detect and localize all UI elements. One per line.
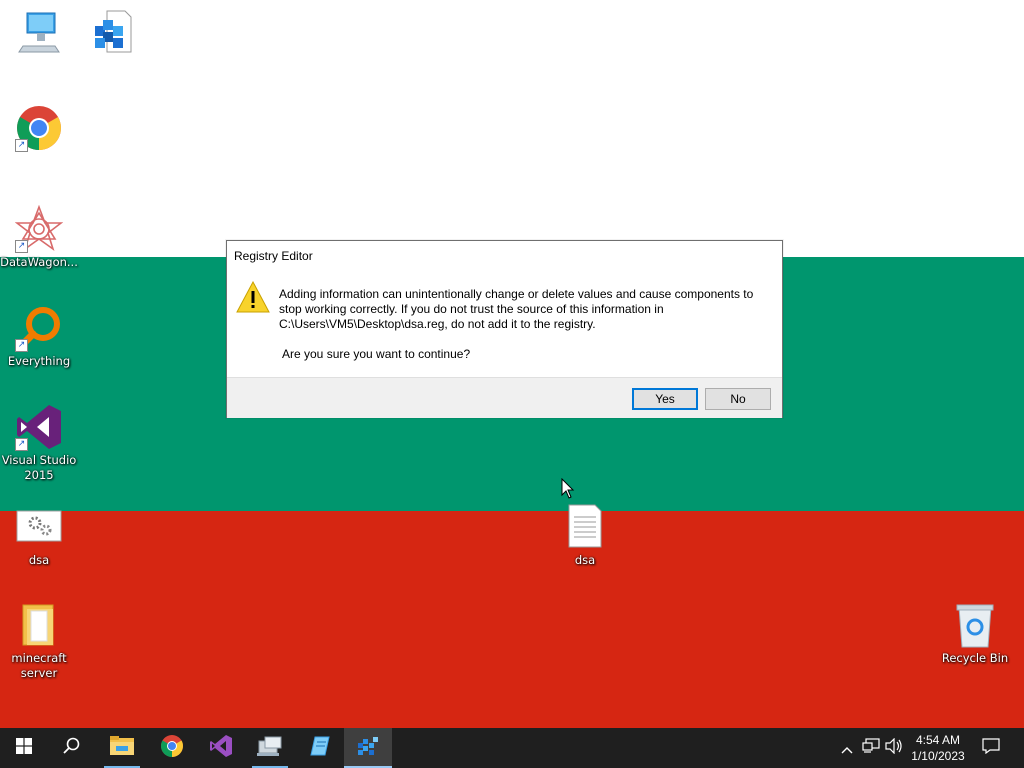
taskbar-file-explorer[interactable] [98,728,146,768]
dialog-title: Registry Editor [234,249,313,263]
desktop-icon-minecraft-server[interactable]: minecraft server [0,601,78,681]
yes-button[interactable]: Yes [632,388,698,410]
shortcut-arrow-icon: ↗ [15,438,28,451]
start-button[interactable] [0,728,48,768]
clock-time: 4:54 AM [915,733,961,747]
shortcut-arrow-icon: ↗ [15,139,28,152]
registry-icon [89,8,137,56]
dialog-message: Adding information can unintentionally c… [279,287,769,332]
desktop-icon-datawagon[interactable]: ↗ DataWagon... [0,204,78,270]
search-icon [63,737,81,759]
taskbar-clock[interactable]: 4:54 AM 1/10/2023 [906,732,970,764]
taskbar-chrome[interactable] [148,728,196,768]
computer-icon [15,8,63,56]
warning-icon [236,280,270,313]
text-file-icon [561,503,609,551]
show-hidden-icons-button[interactable] [838,728,856,768]
shortcut-arrow-icon: ↗ [15,339,28,352]
shortcut-arrow-icon: ↗ [15,240,28,253]
network-app-icon [257,735,283,761]
clock-date: 1/10/2023 [911,749,965,763]
taskbar-visual-studio[interactable] [197,728,245,768]
desktop-icon-google-chrome[interactable]: ↗ [0,104,78,154]
message-line: Adding information can unintentionally c… [279,287,754,301]
volume-button[interactable] [884,728,904,768]
dialog-question: Are you sure you want to continue? [282,347,471,361]
desktop-icon-regedit-file[interactable] [74,8,152,58]
notepad-icon [307,735,331,761]
datawagon-icon: ↗ [14,204,64,253]
search-button[interactable] [48,728,96,768]
taskbar-app-1[interactable] [246,728,294,768]
action-center-button[interactable] [978,728,1004,768]
folder-icon [15,601,63,649]
message-line: stop working correctly. If you do not tr… [279,302,664,316]
everything-icon: ↗ [15,304,63,352]
desktop-icon-visual-studio[interactable]: ↗ Visual Studio 2015 [0,403,78,483]
recycle-bin-icon [951,601,999,649]
windows-logo-icon [16,738,32,758]
desktop-background-white [0,0,1024,257]
desktop-icon-everything[interactable]: ↗ Everything [0,304,78,369]
taskbar-regedit[interactable] [344,728,392,768]
folder-icon [110,736,134,760]
registry-icon [356,734,380,762]
chrome-icon: ↗ [15,104,63,152]
taskbar-app-2[interactable] [295,728,343,768]
desktop-icon-dsa-txt[interactable]: dsa [546,503,624,568]
taskbar: 4:54 AM 1/10/2023 [0,728,1024,768]
mouse-cursor-icon [561,477,575,504]
chevron-up-icon [841,739,853,758]
desktop-icon-recycle-bin[interactable]: Recycle Bin [936,601,1014,666]
desktop-icon-dsa-reg[interactable]: dsa [0,503,78,568]
chrome-icon [160,734,184,762]
visual-studio-icon [209,734,233,762]
settings-file-icon [15,503,63,551]
desktop-icon-this-pc[interactable] [0,8,78,58]
registry-editor-dialog: Registry Editor Adding information can u… [226,240,783,418]
desktop-background-red [0,511,1024,728]
volume-icon [885,737,903,758]
dialog-button-bar: Yes No [227,377,782,418]
notification-icon [982,738,1000,758]
visual-studio-icon: ↗ [15,403,63,451]
network-icon [862,738,880,758]
network-button[interactable] [860,728,882,768]
message-line: C:\Users\VM5\Desktop\dsa.reg, do not add… [279,317,596,331]
no-button[interactable]: No [705,388,771,410]
